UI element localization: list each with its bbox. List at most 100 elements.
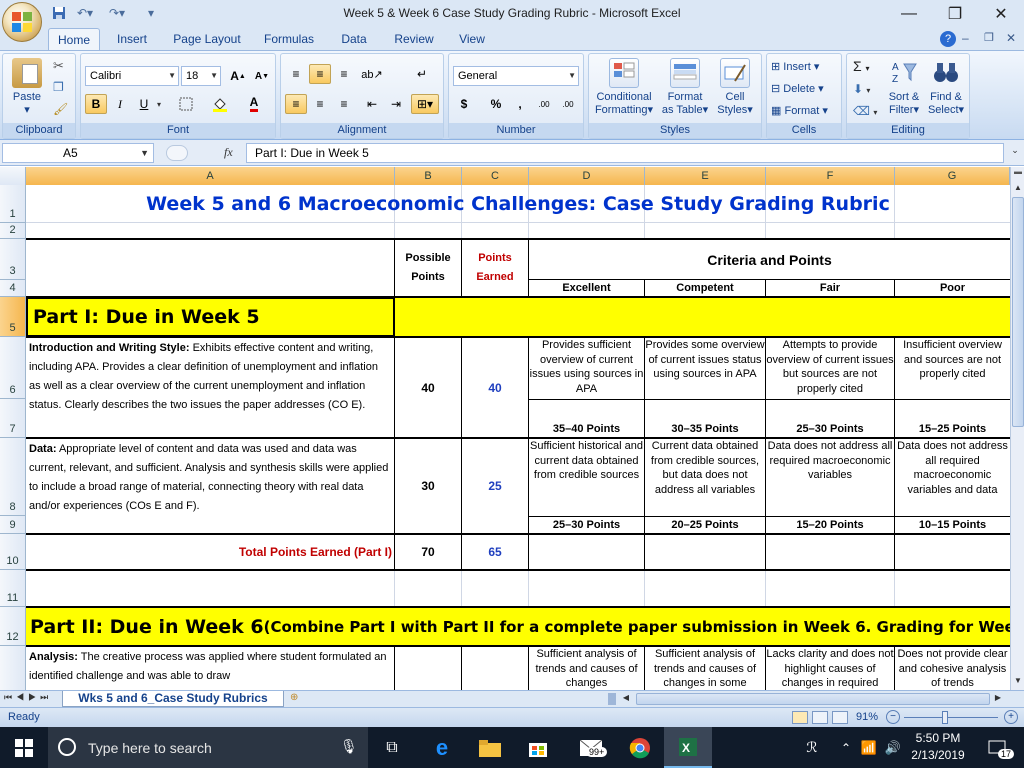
delete-cells-button[interactable]: ⊟ Delete ▾ — [771, 82, 841, 95]
grow-font-button[interactable]: A ▲ — [227, 66, 249, 86]
scroll-down-icon[interactable]: ▼ — [1012, 674, 1024, 688]
task-view-icon[interactable]: ⧉ — [370, 727, 414, 768]
window-restore-icon[interactable]: ❐ — [984, 31, 998, 45]
split-box-icon[interactable]: ▬ — [1012, 167, 1024, 179]
edge-icon[interactable]: e — [420, 727, 464, 768]
data-points-fair[interactable]: 15–20 Points — [766, 517, 894, 534]
row-header-1[interactable]: 1 — [0, 185, 26, 223]
taskbar-date[interactable]: 2/13/2019 — [906, 748, 970, 762]
close-button[interactable]: ✕ — [978, 0, 1024, 28]
bold-button[interactable]: B — [85, 94, 107, 114]
tab-formulas[interactable]: Formulas — [258, 28, 320, 50]
zoom-slider-track[interactable] — [904, 717, 998, 718]
expand-formula-bar-icon[interactable]: ⌄ — [1008, 145, 1022, 161]
horizontal-scroll-thumb[interactable] — [636, 693, 990, 705]
row-header-4[interactable]: 4 — [0, 280, 26, 297]
column-header-c[interactable]: C — [462, 167, 529, 185]
shrink-font-button[interactable]: A ▼ — [251, 66, 273, 86]
data-possible[interactable]: 30 — [395, 438, 461, 534]
increase-indent-icon[interactable]: ⇥ — [385, 94, 407, 114]
cut-icon[interactable]: ✂ — [53, 58, 71, 76]
file-explorer-icon[interactable] — [468, 727, 512, 768]
underline-button[interactable]: U — [133, 94, 155, 114]
intro-competent[interactable]: Provides some overview of current issues… — [645, 337, 765, 399]
insert-cells-button[interactable]: ⊞ Insert ▾ — [771, 60, 841, 73]
intro-points-fair[interactable]: 25–30 Points — [766, 421, 894, 438]
row-header-13[interactable] — [0, 646, 26, 690]
save-icon[interactable] — [50, 5, 68, 21]
row-header-12[interactable]: 12 — [0, 607, 26, 646]
intro-points-competent[interactable]: 30–35 Points — [645, 421, 765, 438]
find-select-button[interactable]: Find & Select▾ — [925, 58, 967, 117]
name-box-dropdown-icon[interactable]: ▼ — [140, 144, 149, 162]
sheet-tab-active[interactable]: Wks 5 and 6_Case Study Rubrics — [62, 691, 284, 707]
help-icon[interactable]: ? — [940, 31, 956, 47]
number-format-combo[interactable]: General ▼ — [453, 66, 579, 86]
formula-bar-toggle-icon[interactable] — [166, 145, 188, 161]
data-points-poor[interactable]: 10–15 Points — [895, 517, 1010, 534]
row-header-3[interactable]: 3 — [0, 239, 26, 280]
font-name-combo[interactable]: Calibri ▼ — [85, 66, 179, 86]
total-possible[interactable]: 70 — [395, 534, 461, 570]
data-fair[interactable]: Data does not address all required macro… — [766, 438, 894, 516]
tab-split-handle[interactable] — [608, 693, 616, 705]
zoom-level[interactable]: 91% — [856, 711, 878, 723]
zoom-in-icon[interactable]: + — [1004, 710, 1018, 724]
data-excellent[interactable]: Sufficient historical and current data o… — [529, 438, 644, 516]
format-as-table-button[interactable]: Format as Table▾ — [659, 58, 711, 117]
zoom-slider-thumb[interactable] — [942, 711, 948, 724]
analysis-poor[interactable]: Does not provide clear and cohesive anal… — [895, 646, 1010, 690]
tab-view[interactable]: View — [452, 28, 492, 50]
wrap-text-icon[interactable]: ↵ — [411, 64, 433, 84]
conditional-formatting-button[interactable]: Conditional Formatting▾ — [591, 58, 657, 117]
intro-earned[interactable]: 40 — [462, 337, 528, 438]
column-header-g[interactable]: G — [895, 167, 1010, 185]
formula-input[interactable]: Part I: Due in Week 5 — [246, 143, 1004, 163]
page-layout-view-icon[interactable] — [812, 711, 828, 724]
column-header-f[interactable]: F — [766, 167, 895, 185]
intro-excellent[interactable]: Provides sufficient overview of current … — [529, 337, 644, 399]
row-header-11[interactable]: 11 — [0, 570, 26, 607]
align-right-icon[interactable]: ≡ — [333, 94, 355, 114]
tab-insert[interactable]: Insert — [108, 28, 156, 50]
possible-points-header[interactable]: Possible Points — [395, 239, 461, 297]
intro-poor[interactable]: Insufficient overview and sources are no… — [895, 337, 1010, 399]
points-earned-header[interactable]: Points Earned — [462, 239, 528, 297]
normal-view-icon[interactable] — [792, 711, 808, 724]
analysis-fair[interactable]: Lacks clarity and does not highlight cau… — [766, 646, 894, 690]
fill-icon[interactable]: ⬇ ▾ — [853, 82, 870, 96]
align-middle-icon[interactable]: ≡ — [309, 64, 331, 84]
intro-fair[interactable]: Attempts to provide overview of current … — [766, 337, 894, 399]
underline-dropdown-icon[interactable]: ▾ — [157, 100, 161, 109]
data-earned[interactable]: 25 — [462, 438, 528, 534]
row-header-5[interactable]: 5 — [0, 297, 26, 337]
orientation-icon[interactable]: ab↗ — [361, 64, 383, 84]
format-painter-icon[interactable]: 🖌 — [53, 102, 71, 120]
action-center-icon[interactable]: 17 — [980, 727, 1015, 768]
intro-points-excellent[interactable]: 35–40 Points — [529, 421, 644, 438]
analysis-excellent[interactable]: Sufficient analysis of trends and causes… — [529, 646, 644, 690]
autosum-icon[interactable]: Σ ▾ — [853, 58, 870, 74]
comma-button[interactable]: , — [509, 94, 531, 114]
rubric-title[interactable]: Week 5 and 6 Macroeconomic Challenges: C… — [26, 185, 1010, 223]
level-excellent[interactable]: Excellent — [529, 280, 644, 297]
align-left-icon[interactable]: ≡ — [285, 94, 307, 114]
decrease-decimal-button[interactable]: .00 — [557, 94, 579, 114]
increase-decimal-button[interactable]: .00 — [533, 94, 555, 114]
tab-page-layout[interactable]: Page Layout — [168, 28, 246, 50]
data-points-excellent[interactable]: 25–30 Points — [529, 517, 644, 534]
sort-filter-button[interactable]: AZ Sort & Filter▾ — [883, 58, 925, 117]
row-header-9[interactable]: 9 — [0, 516, 26, 534]
data-description[interactable]: Data: Appropriate level of content and d… — [26, 438, 394, 534]
column-header-b[interactable]: B — [395, 167, 462, 185]
decrease-indent-icon[interactable]: ⇤ — [361, 94, 383, 114]
cell-styles-button[interactable]: Cell Styles▾ — [711, 58, 759, 117]
worksheet-grid[interactable]: Week 5 and 6 Macroeconomic Challenges: C… — [26, 185, 1010, 690]
vertical-scrollbar[interactable]: ▬ ▲ ▼ — [1010, 167, 1024, 690]
currency-button[interactable]: $ — [453, 94, 475, 114]
scroll-right-icon[interactable]: ▶ — [992, 693, 1004, 705]
windows-start-icon[interactable] — [0, 727, 48, 768]
scroll-left-icon[interactable]: ◀ — [620, 693, 632, 705]
column-header-a[interactable]: A — [26, 167, 395, 185]
row-header-6[interactable]: 6 — [0, 337, 26, 399]
